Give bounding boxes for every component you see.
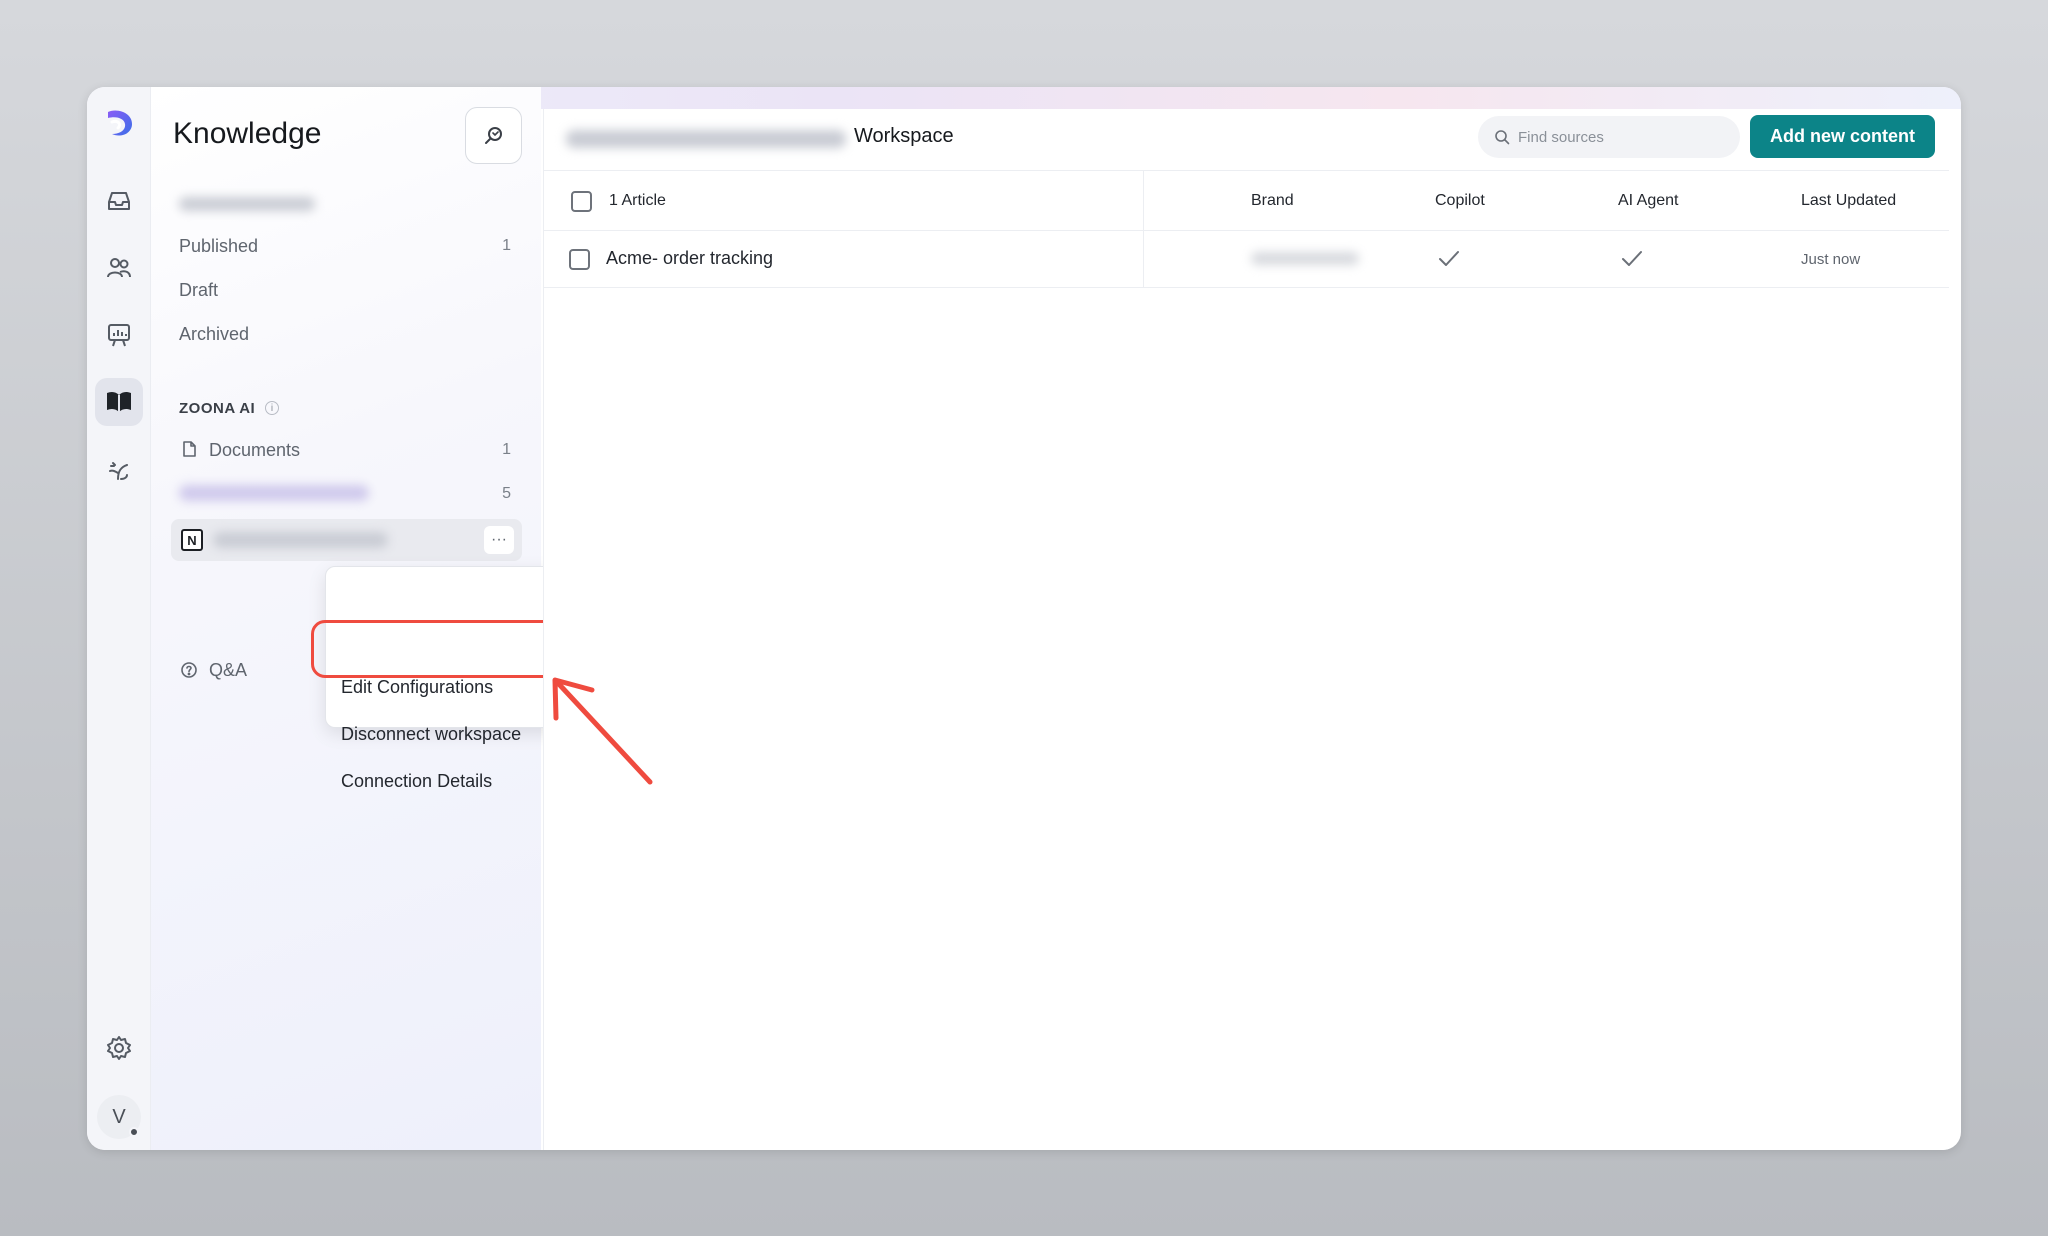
annotation-arrow-icon [552, 677, 653, 785]
